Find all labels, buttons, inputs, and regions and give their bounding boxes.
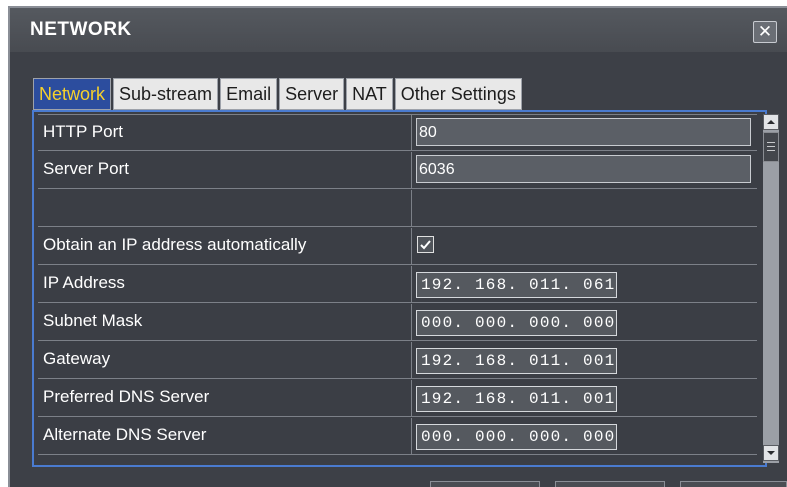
row-server-port: Server Port 6036 <box>38 152 757 189</box>
obtain-ip-checkbox[interactable] <box>417 236 434 253</box>
row-obtain-ip: Obtain an IP address automatically <box>38 228 757 265</box>
tab-other-settings[interactable]: Other Settings <box>394 78 522 110</box>
spacer-label <box>38 190 412 226</box>
scroll-up-arrow-icon <box>767 120 775 124</box>
row-spacer <box>38 190 757 227</box>
tab-server[interactable]: Server <box>279 78 345 110</box>
checkmark-icon <box>420 240 431 250</box>
tab-bar: Network Sub-stream Email Server NAT Othe… <box>33 78 524 110</box>
network-settings-table: HTTP Port 80 Server Port 6036 Obtain an … <box>32 110 779 467</box>
row-ip-address: IP Address 192. 168. 011. 061 <box>38 266 757 303</box>
http-port-input[interactable]: 80 <box>416 118 751 146</box>
http-port-label: HTTP Port <box>38 115 412 151</box>
row-http-port: HTTP Port 80 <box>38 114 757 151</box>
alternate-dns-label: Alternate DNS Server <box>38 418 412 454</box>
gateway-input[interactable]: 192. 168. 011. 001 <box>416 348 617 374</box>
network-dialog: NETWORK ✕ Network Sub-stream Email Serve… <box>8 6 787 487</box>
row-subnet-mask: Subnet Mask 000. 000. 000. 000 <box>38 304 757 341</box>
close-icon: ✕ <box>757 22 773 41</box>
preferred-dns-label: Preferred DNS Server <box>38 380 412 416</box>
dialog-title: NETWORK <box>30 19 132 40</box>
ip-address-input[interactable]: 192. 168. 011. 061 <box>416 272 617 298</box>
close-button[interactable]: ✕ <box>753 21 777 43</box>
preferred-dns-input[interactable]: 192. 168. 011. 001 <box>416 386 617 412</box>
tab-nat[interactable]: NAT <box>346 78 393 110</box>
scroll-down-button[interactable] <box>763 445 779 461</box>
vertical-scrollbar[interactable] <box>763 114 779 463</box>
bottom-button-3[interactable] <box>680 481 787 487</box>
bottom-button-2[interactable] <box>555 481 665 487</box>
tab-email[interactable]: Email <box>220 78 278 110</box>
subnet-mask-label: Subnet Mask <box>38 304 412 340</box>
title-bar: NETWORK ✕ <box>10 8 787 52</box>
gateway-label: Gateway <box>38 342 412 378</box>
tab-network[interactable]: Network <box>33 78 112 110</box>
alternate-dns-input[interactable]: 000. 000. 000. 000 <box>416 424 617 450</box>
tab-sub-stream[interactable]: Sub-stream <box>113 78 219 110</box>
obtain-ip-label: Obtain an IP address automatically <box>38 228 412 264</box>
ip-address-label: IP Address <box>38 266 412 302</box>
scroll-up-button[interactable] <box>763 114 779 130</box>
row-alternate-dns: Alternate DNS Server 000. 000. 000. 000 <box>38 418 757 455</box>
row-gateway: Gateway 192. 168. 011. 001 <box>38 342 757 379</box>
server-port-input[interactable]: 6036 <box>416 155 751 183</box>
dialog-body: Network Sub-stream Email Server NAT Othe… <box>10 52 787 487</box>
scroll-down-arrow-icon <box>767 451 775 455</box>
row-preferred-dns: Preferred DNS Server 192. 168. 011. 001 <box>38 380 757 417</box>
server-port-label: Server Port <box>38 152 412 188</box>
scroll-thumb[interactable] <box>763 132 779 162</box>
bottom-button-1[interactable] <box>430 481 540 487</box>
subnet-mask-input[interactable]: 000. 000. 000. 000 <box>416 310 617 336</box>
